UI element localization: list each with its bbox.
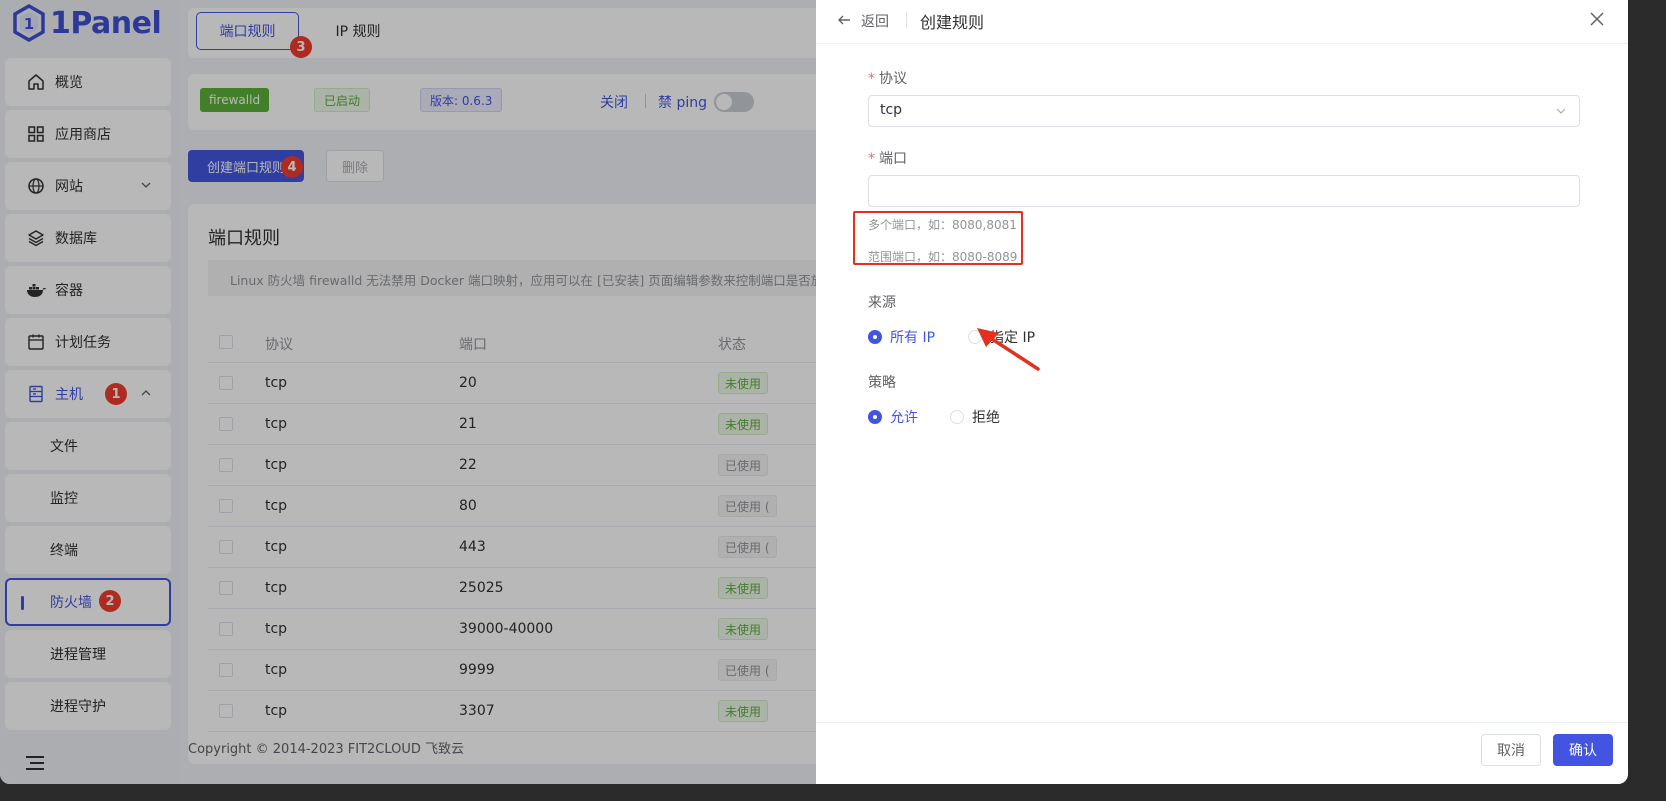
radio-policy-deny[interactable]: 拒绝 [950, 407, 1000, 427]
policy-label: 策略 [868, 375, 896, 391]
required-mark: * [868, 71, 875, 87]
radio-dot [868, 330, 882, 344]
drawer-footer: 取消 确认 [816, 722, 1628, 784]
protocol-select[interactable]: tcp [868, 95, 1580, 127]
confirm-button[interactable]: 确认 [1553, 734, 1613, 766]
app-window: 1 1Panel 概览 应用商店 网站 数据库 容器 计划任务 主机 1 文件 … [0, 0, 1628, 784]
radio-source-all-ip[interactable]: 所有 IP [868, 327, 935, 347]
drawer-header: 返回 创建规则 [816, 0, 1628, 44]
radio-label: 所有 IP [890, 330, 936, 346]
back-arrow-icon[interactable] [836, 12, 852, 28]
annotation-arrow-icon [977, 328, 1040, 371]
chevron-down-icon [1556, 108, 1566, 114]
radio-dot [950, 410, 964, 424]
divider [906, 12, 907, 28]
radio-label: 允许 [890, 410, 918, 426]
source-label: 来源 [868, 295, 896, 311]
port-label: * 端口 [868, 148, 907, 168]
back-link[interactable]: 返回 [861, 11, 889, 31]
select-value: tcp [880, 102, 903, 118]
annotation-highlight-box [853, 211, 1023, 265]
label-text: 协议 [879, 71, 907, 87]
create-rule-drawer: 返回 创建规则 * 协议 tcp * 端口 多个端口，如：8080,8081 范围端… [816, 0, 1628, 784]
radio-dot [868, 410, 882, 424]
radio-label: 拒绝 [972, 410, 1000, 426]
radio-policy-allow[interactable]: 允许 [868, 407, 918, 427]
close-icon[interactable] [1588, 10, 1606, 28]
modal-backdrop-sidebar [0, 0, 178, 784]
required-mark: * [868, 151, 875, 167]
protocol-label: * 协议 [868, 68, 907, 88]
port-input[interactable] [868, 175, 1580, 207]
drawer-title: 创建规则 [920, 13, 985, 32]
cancel-button[interactable]: 取消 [1481, 734, 1541, 766]
label-text: 端口 [879, 151, 907, 167]
